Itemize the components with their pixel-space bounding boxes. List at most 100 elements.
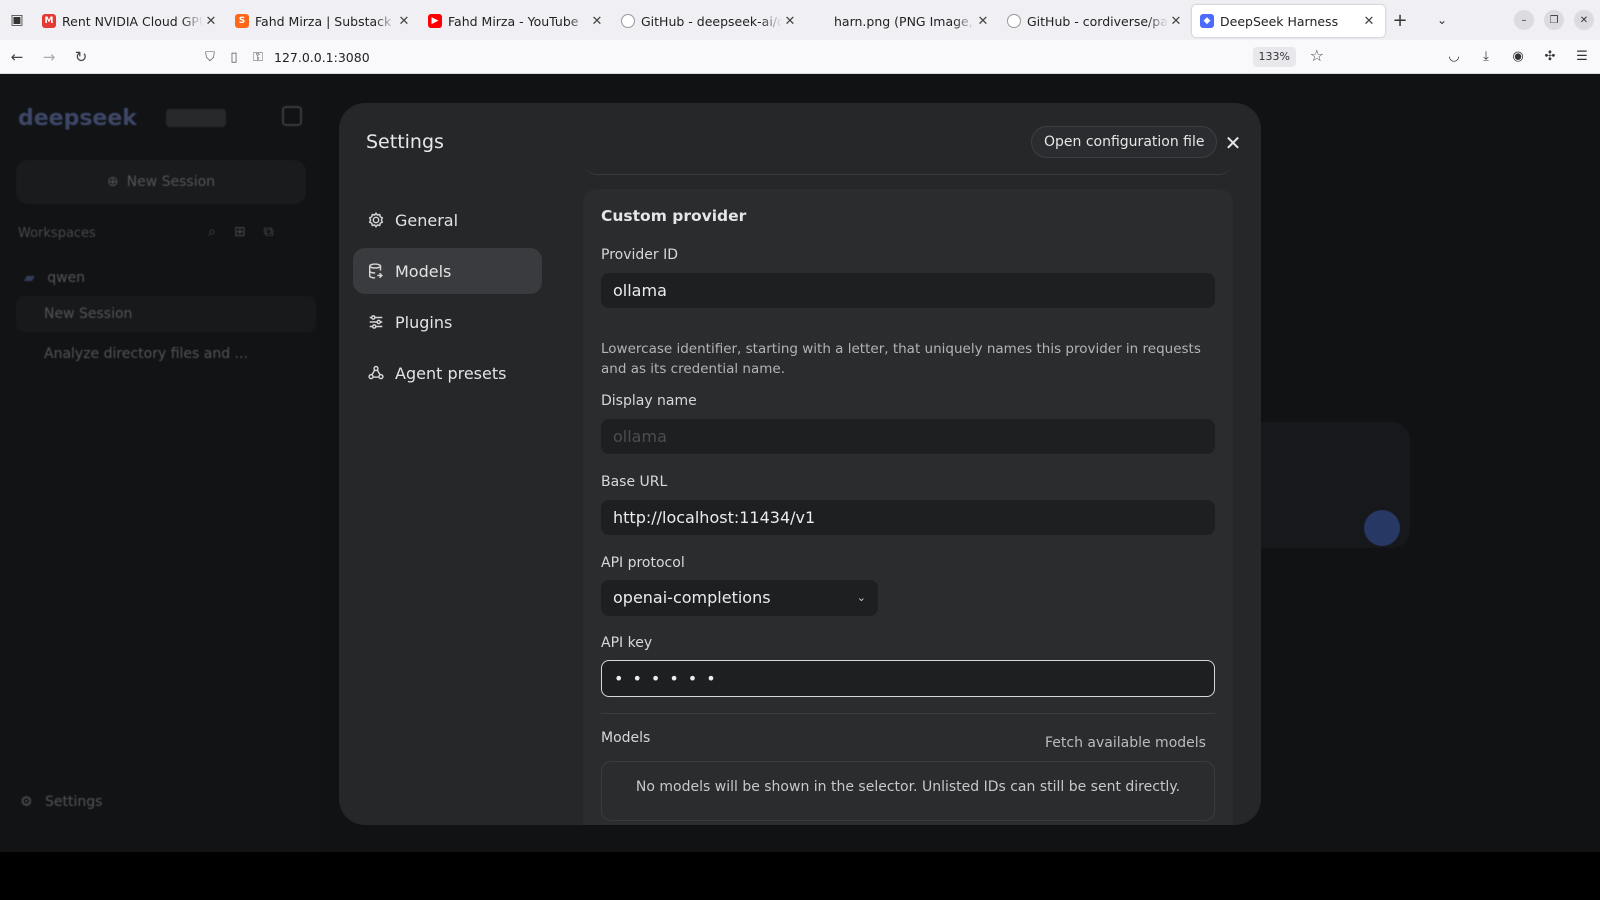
url-bar[interactable]: ⛉ ▯ ⚿ 127.0.0.1:3080 133% ☆ (198, 43, 1324, 71)
browser-tab-active[interactable]: ◆ DeepSeek Harness ✕ (1192, 5, 1385, 37)
base-url-label: Base URL (601, 474, 668, 490)
close-tab-icon[interactable]: ✕ (975, 14, 991, 29)
settings-content: Custom provider Provider ID ollama Lower… (583, 103, 1239, 825)
provider-id-input[interactable]: ollama (601, 273, 1215, 308)
forward-icon[interactable]: → (34, 42, 64, 72)
previous-card (583, 103, 1233, 175)
new-session-button[interactable]: ⊕ New Session (16, 160, 306, 204)
session-item[interactable]: Analyze directory files and ... (16, 336, 316, 372)
custom-provider-title: Custom provider (601, 207, 747, 225)
close-tab-icon[interactable]: ✕ (782, 14, 798, 29)
new-tab-icon[interactable]: + (1385, 10, 1415, 31)
api-key-input[interactable]: •••••• (601, 660, 1215, 697)
browser-tabbar: ▣ M Rent NVIDIA Cloud GPUs ✕ S Fahd Mirz… (0, 0, 1600, 40)
menu-item-general[interactable]: General (353, 197, 542, 243)
workspace-actions: ⌕⊞⧉ (208, 224, 292, 240)
image-icon (814, 14, 828, 28)
menu-item-label: Agent presets (395, 363, 507, 383)
deepseek-favicon-icon: ◆ (1200, 14, 1214, 28)
app-root: deepseek ⊕ New Session Workspaces ⌕⊞⧉ ▰ … (0, 74, 1600, 852)
sliders-icon (366, 312, 386, 332)
menu-item-label: Models (395, 261, 452, 281)
browser-tab[interactable]: GitHub - deepseek-ai/dee ✕ (613, 5, 806, 37)
new-session-label: New Session (126, 174, 216, 190)
custom-provider-card: Custom provider Provider ID ollama Lower… (583, 189, 1233, 825)
menu-item-plugins[interactable]: Plugins (353, 299, 542, 345)
menu-item-label: General (395, 210, 459, 230)
plus-circle-icon: ⊕ (106, 174, 119, 190)
tab-list-icon[interactable]: ▣ (0, 0, 34, 40)
url-text[interactable]: 127.0.0.1:3080 (274, 50, 370, 65)
session-item[interactable]: New Session (16, 296, 316, 332)
models-label: Models (601, 730, 651, 746)
new-window-icon[interactable]: ⧉ (264, 224, 292, 240)
tab-title: harn.png (PNG Image, 685 × (834, 13, 975, 29)
tab-title: GitHub - cordiverse/pape (1027, 13, 1168, 29)
divider (601, 713, 1215, 714)
fetch-available-models-button[interactable]: Fetch available models (1045, 735, 1206, 751)
tab-title: GitHub - deepseek-ai/dee (641, 13, 782, 29)
folder-name: qwen (47, 270, 86, 286)
menu-icon[interactable]: ☰ (1572, 46, 1592, 66)
zoom-level[interactable]: 133% (1252, 47, 1296, 67)
close-tab-icon[interactable]: ✕ (1361, 14, 1377, 29)
close-tab-icon[interactable]: ✕ (203, 14, 219, 29)
browser-tab[interactable]: S Fahd Mirza | Substack ✕ (227, 5, 420, 37)
window-controls: – ❐ ✕ (1514, 10, 1594, 30)
pocket-icon[interactable]: ◡ (1444, 46, 1464, 66)
close-tab-icon[interactable]: ✕ (1168, 14, 1184, 29)
base-url-input[interactable]: http://localhost:11434/v1 (601, 500, 1215, 535)
gear-icon: ⚙ (20, 794, 33, 810)
tab-overflow-chevron-icon[interactable]: ⌄ (1427, 13, 1457, 27)
settings-title: Settings (366, 131, 444, 153)
back-icon[interactable]: ← (2, 42, 32, 72)
send-button-backdrop (1364, 510, 1400, 546)
collapse-sidebar-icon[interactable] (282, 106, 302, 126)
workspace-folder[interactable]: ▰ qwen (24, 270, 85, 286)
display-name-label: Display name (601, 393, 697, 409)
menu-item-agent-presets[interactable]: Agent presets (353, 350, 542, 396)
shield-icon[interactable]: ⛉ (198, 50, 222, 65)
bottom-letterbox (0, 852, 1600, 900)
menu-item-models[interactable]: Models (353, 248, 542, 294)
tab-title: Fahd Mirza - YouTube (448, 13, 579, 29)
sidebar-settings[interactable]: ⚙ Settings (20, 794, 102, 810)
api-protocol-select[interactable]: openai-completions ⌄ (601, 580, 878, 616)
reload-icon[interactable]: ↻ (66, 42, 96, 72)
close-tab-icon[interactable]: ✕ (396, 14, 412, 29)
browser-tab[interactable]: GitHub - cordiverse/pape ✕ (999, 5, 1192, 37)
api-protocol-value: openai-completions (613, 588, 771, 607)
minimize-icon[interactable]: – (1514, 10, 1534, 30)
key-icon[interactable]: ⚿ (246, 50, 270, 65)
favicon-icon: ▶ (428, 14, 442, 28)
agents-icon (366, 363, 386, 383)
restore-icon[interactable]: ❐ (1544, 10, 1564, 30)
api-key-label: API key (601, 635, 653, 651)
sidebar-settings-label: Settings (45, 794, 103, 810)
chevron-down-icon: ⌄ (856, 591, 866, 604)
toolbar-icons: ◡ ⤓ ◉ ✣ ☰ (1444, 46, 1592, 66)
search-icon[interactable]: ⌕ (208, 224, 234, 240)
workspaces-heading: Workspaces (18, 226, 96, 241)
provider-id-label: Provider ID (601, 247, 678, 263)
api-protocol-label: API protocol (601, 555, 685, 571)
add-folder-icon[interactable]: ⊞ (234, 224, 264, 240)
sidebar: deepseek ⊕ New Session Workspaces ⌕⊞⧉ ▰ … (0, 74, 318, 852)
account-icon[interactable]: ◉ (1508, 46, 1528, 66)
database-icon (366, 261, 386, 281)
window-close-icon[interactable]: ✕ (1574, 10, 1594, 30)
browser-tab[interactable]: M Rent NVIDIA Cloud GPUs ✕ (34, 5, 227, 37)
gear-icon (366, 210, 386, 230)
tab-title: DeepSeek Harness (1220, 13, 1339, 29)
page-icon[interactable]: ▯ (222, 50, 246, 65)
display-name-input[interactable]: ollama (601, 419, 1215, 454)
bookmark-star-icon[interactable]: ☆ (1310, 46, 1324, 65)
logo-badge (166, 109, 226, 127)
browser-tab[interactable]: harn.png (PNG Image, 685 × ✕ (806, 5, 999, 37)
browser-tab[interactable]: ▶ Fahd Mirza - YouTube ✕ (420, 5, 613, 37)
favicon-icon: S (235, 14, 249, 28)
close-tab-icon[interactable]: ✕ (589, 14, 605, 29)
download-icon[interactable]: ⤓ (1476, 46, 1496, 66)
settings-menu: General Models Plugins Agent presets (353, 197, 542, 401)
extensions-icon[interactable]: ✣ (1540, 46, 1560, 66)
